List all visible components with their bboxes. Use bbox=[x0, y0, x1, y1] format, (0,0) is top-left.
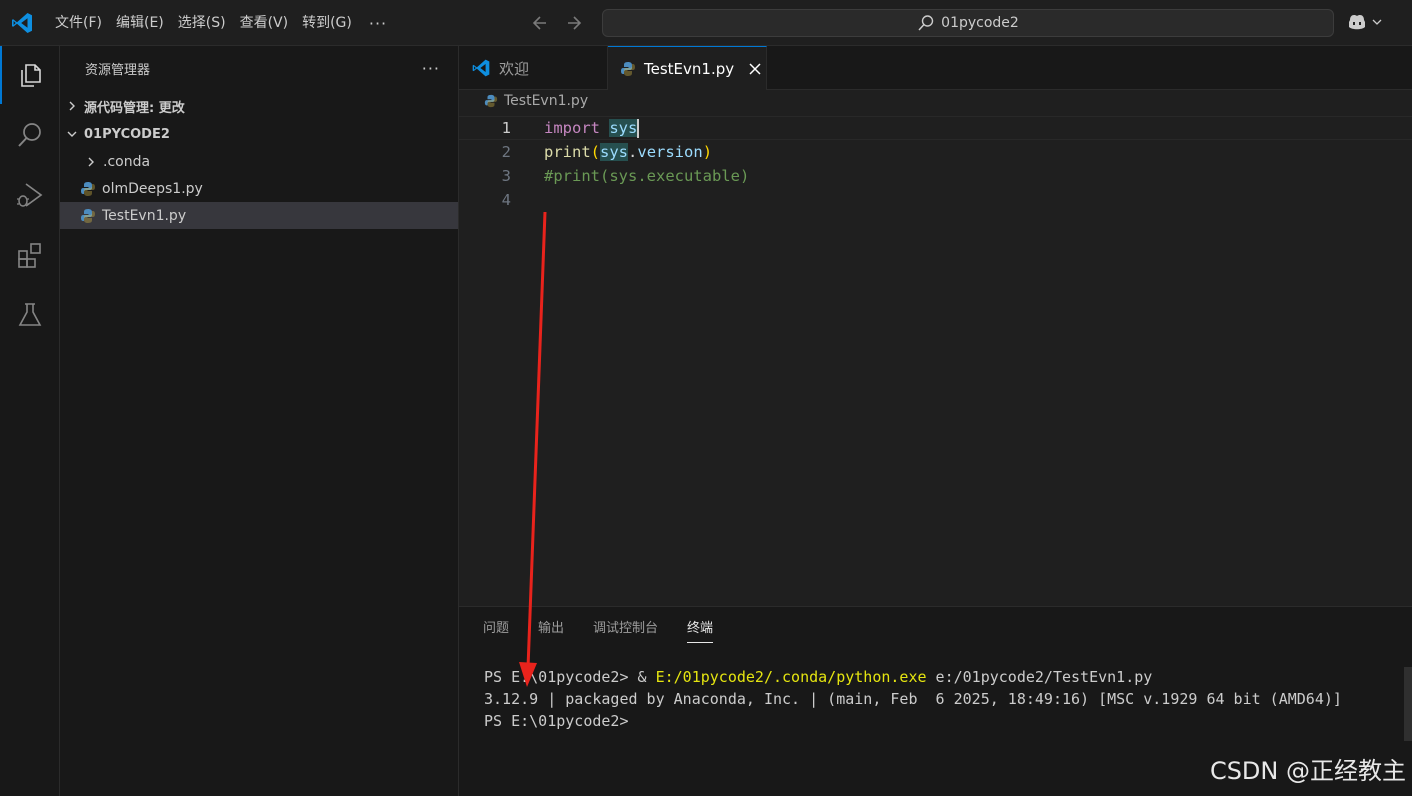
line-number: 2 bbox=[501, 143, 511, 161]
watermark: CSDN @正经教主 bbox=[1209, 757, 1406, 785]
command-center-search[interactable]: 01pycode2 bbox=[602, 9, 1334, 37]
section-folder[interactable]: 01PYCODE2 bbox=[60, 120, 458, 148]
python-file-icon bbox=[484, 94, 498, 108]
code-text: print(sys.version) bbox=[544, 143, 712, 161]
token-paren: ) bbox=[702, 143, 713, 161]
tab-label: 欢迎 bbox=[499, 59, 530, 78]
title-bar: 文件(F) 编辑(E) 选择(S) 查看(V) 转到(G) ··· 01pyco… bbox=[0, 0, 1412, 46]
tab-output[interactable]: 输出 bbox=[538, 617, 564, 643]
terminal-argument: e:/01pycode2/TestEvn1.py bbox=[926, 668, 1153, 686]
token-dot: . bbox=[628, 143, 638, 161]
back-arrow-icon[interactable] bbox=[530, 12, 550, 34]
token-comment: #print(sys.executable) bbox=[544, 167, 750, 185]
line-number: 1 bbox=[501, 119, 511, 137]
menu-file[interactable]: 文件(F) bbox=[48, 0, 109, 46]
tab-label: TestEvn1.py bbox=[644, 60, 735, 78]
explorer-sidebar: 资源管理器 ··· 源代码管理: 更改 01PYCODE2 .conda olm… bbox=[60, 46, 459, 796]
token-module: sys bbox=[600, 143, 629, 161]
terminal-exe-path: E:/01pycode2/.conda/python.exe bbox=[655, 668, 927, 686]
tree-item-label: TestEvn1.py bbox=[102, 207, 187, 224]
activity-extensions[interactable] bbox=[0, 226, 60, 284]
token-attribute: version bbox=[637, 143, 703, 161]
tab-welcome[interactable]: 欢迎 bbox=[459, 46, 608, 90]
section-source-control[interactable]: 源代码管理: 更改 bbox=[60, 92, 458, 120]
tree-item-olmdeeps1[interactable]: olmDeeps1.py bbox=[60, 175, 458, 202]
token-module: sys bbox=[609, 118, 638, 137]
sidebar-header: 资源管理器 ··· bbox=[60, 46, 458, 90]
token-paren: ( bbox=[590, 143, 601, 161]
code-line: 3 #print(sys.executable) bbox=[459, 164, 1412, 188]
python-file-icon bbox=[81, 181, 95, 196]
menu-edit[interactable]: 编辑(E) bbox=[109, 0, 171, 46]
code-text: import sys bbox=[544, 118, 640, 138]
terminal-line: 3.12.9 | packaged by Anaconda, Inc. | (m… bbox=[484, 690, 1342, 708]
text-cursor bbox=[637, 118, 640, 138]
terminal-operator: & bbox=[637, 668, 656, 686]
terminal-line: PS E:\01pycode2> & E:/01pycode2/.conda/p… bbox=[484, 666, 1342, 688]
menu-view[interactable]: 查看(V) bbox=[233, 0, 296, 46]
breadcrumb-file[interactable]: TestEvn1.py bbox=[504, 93, 588, 109]
panel-tabs: 问题 输出 调试控制台 终端 bbox=[483, 617, 714, 643]
chevron-right-icon bbox=[69, 101, 75, 111]
activity-search[interactable] bbox=[0, 106, 60, 164]
line-number: 4 bbox=[501, 191, 511, 209]
flask-icon bbox=[18, 303, 42, 326]
activity-explorer[interactable] bbox=[0, 46, 60, 104]
run-debug-icon bbox=[17, 183, 43, 207]
search-icon bbox=[18, 123, 41, 147]
tab-terminal[interactable]: 终端 bbox=[687, 617, 714, 643]
close-icon[interactable] bbox=[748, 62, 762, 76]
copilot-icon bbox=[1349, 15, 1365, 30]
terminal-prompt: PS E:\01pycode2> bbox=[484, 668, 638, 686]
token-function: print bbox=[544, 143, 591, 161]
sidebar-more-button[interactable]: ··· bbox=[422, 59, 440, 78]
line-number: 3 bbox=[501, 167, 511, 185]
code-line: 2 print(sys.version) bbox=[459, 140, 1412, 164]
activity-bar bbox=[0, 46, 60, 796]
sidebar-title: 资源管理器 bbox=[85, 62, 151, 78]
editor-tabs: 欢迎 TestEvn1.py bbox=[459, 46, 1412, 91]
code-lines: 1 import sys 2 print(sys.version) 3 #pri… bbox=[459, 116, 1412, 212]
section-label: 源代码管理: 更改 bbox=[84, 100, 185, 116]
copilot-menu[interactable] bbox=[1346, 12, 1382, 32]
forward-arrow-icon[interactable] bbox=[564, 12, 584, 34]
terminal-output[interactable]: PS E:\01pycode2> & E:/01pycode2/.conda/p… bbox=[484, 666, 1342, 732]
tab-testevn1[interactable]: TestEvn1.py bbox=[608, 46, 767, 91]
code-line: 4 bbox=[459, 188, 1412, 212]
python-file-icon bbox=[81, 208, 95, 223]
menu-bar: 文件(F) 编辑(E) 选择(S) 查看(V) 转到(G) ··· bbox=[48, 0, 397, 46]
token-keyword: import bbox=[544, 118, 600, 137]
section-label: 01PYCODE2 bbox=[84, 126, 170, 142]
menu-go[interactable]: 转到(G) bbox=[295, 0, 359, 46]
code-line: 1 import sys bbox=[459, 116, 1412, 140]
search-text: 01pycode2 bbox=[941, 15, 1019, 31]
activity-testing[interactable] bbox=[0, 286, 60, 344]
tab-debug-console[interactable]: 调试控制台 bbox=[593, 617, 658, 643]
tab-problems[interactable]: 问题 bbox=[483, 617, 509, 643]
files-icon bbox=[21, 64, 41, 87]
tree-item-conda[interactable]: .conda bbox=[60, 148, 458, 175]
python-file-icon bbox=[621, 62, 635, 76]
navigation-arrows bbox=[530, 12, 584, 34]
tree-item-label: olmDeeps1.py bbox=[102, 180, 203, 197]
menu-selection[interactable]: 选择(S) bbox=[171, 0, 233, 46]
terminal-line: PS E:\01pycode2> bbox=[484, 712, 629, 730]
chevron-right-icon bbox=[88, 157, 94, 166]
tree-item-label: .conda bbox=[103, 153, 151, 170]
menu-more-button[interactable]: ··· bbox=[359, 14, 397, 33]
terminal-scrollbar[interactable] bbox=[1404, 667, 1412, 741]
extensions-icon bbox=[18, 243, 41, 268]
activity-run-debug[interactable] bbox=[0, 166, 60, 224]
vscode-logo-icon bbox=[472, 59, 490, 77]
breadcrumb: TestEvn1.py bbox=[484, 93, 588, 109]
vscode-logo-icon bbox=[12, 13, 32, 33]
search-icon bbox=[918, 15, 934, 31]
tree-item-testevn1[interactable]: TestEvn1.py bbox=[60, 202, 458, 229]
chevron-down-icon bbox=[67, 131, 77, 137]
chevron-down-icon bbox=[1372, 19, 1382, 25]
